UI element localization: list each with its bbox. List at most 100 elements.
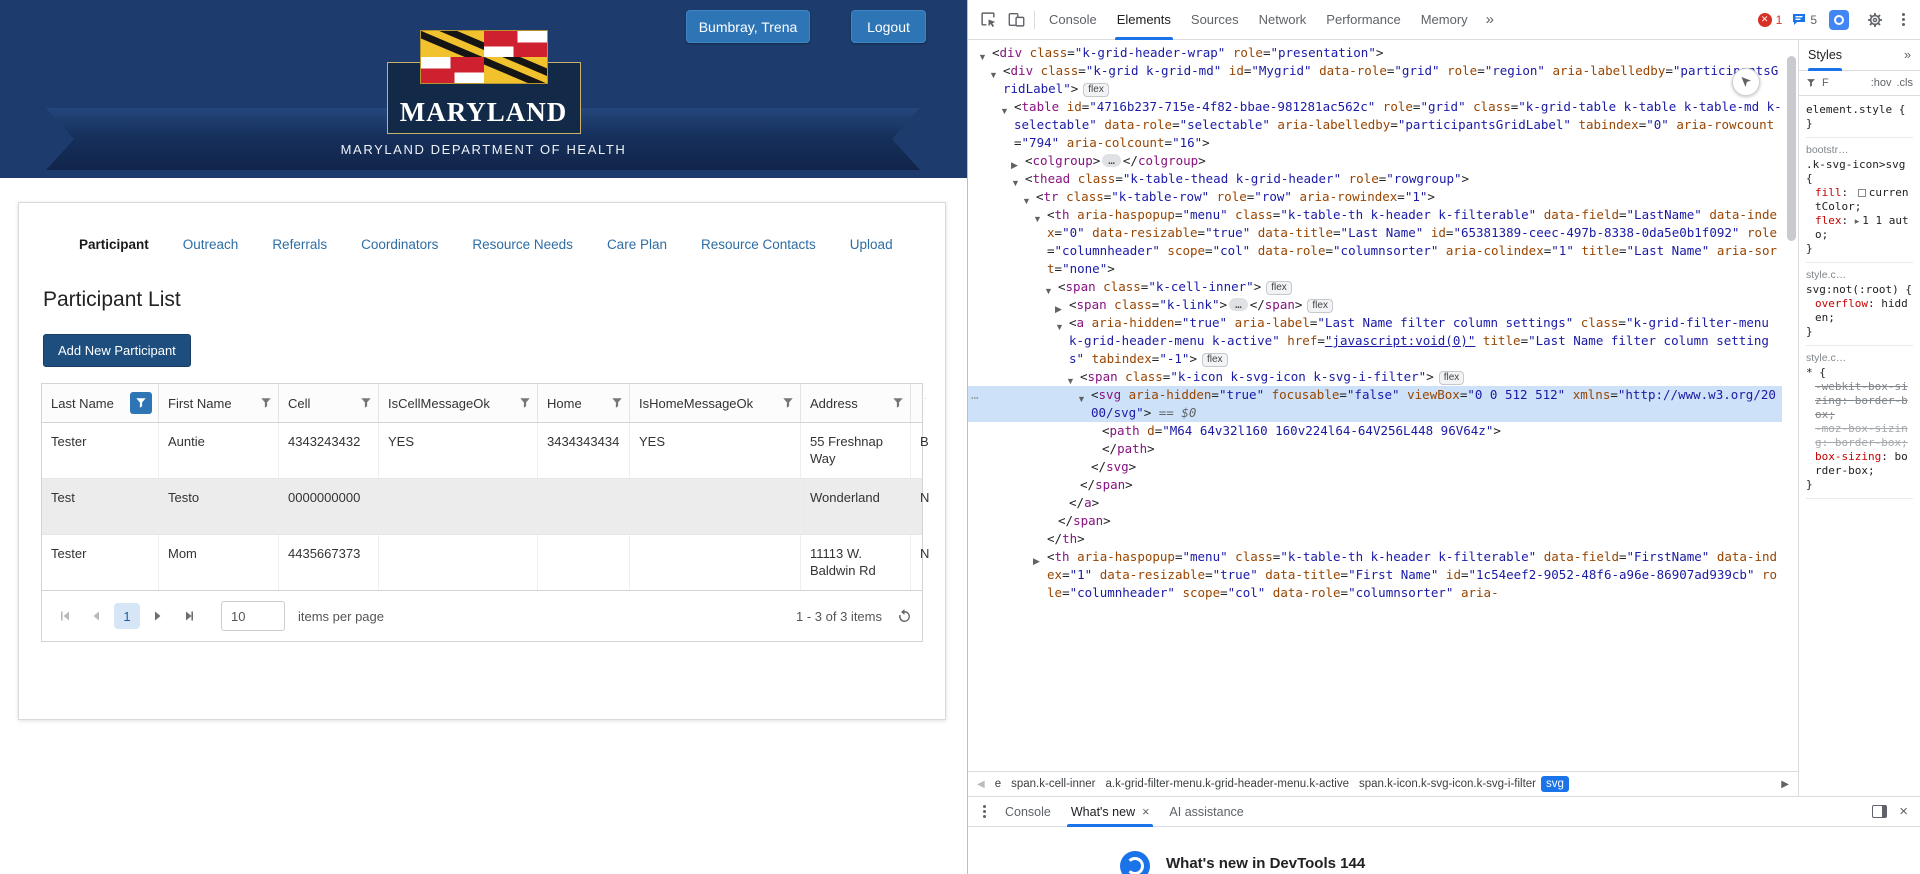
code-link[interactable]: "javascript:void(0)" (1325, 333, 1476, 348)
tree-line[interactable]: </svg> (968, 458, 1782, 476)
tab-coordinators[interactable]: Coordinators (361, 237, 438, 252)
devtools-tab-sources[interactable]: Sources (1181, 0, 1249, 40)
expand-ellipsis[interactable]: … (1229, 298, 1248, 311)
css-declaration[interactable]: box-sizing: border-box; (1806, 450, 1913, 478)
drawer-kebab-menu-icon[interactable] (974, 805, 995, 818)
tree-line-selected[interactable]: ▼… <svg aria-hidden="true" focusable="fal… (968, 386, 1782, 422)
css-declaration[interactable]: flex: ▸ 1 1 auto; (1806, 214, 1913, 242)
breadcrumb-item[interactable]: span.k-cell-inner (1006, 776, 1100, 792)
tree-line[interactable]: ▼ <table id = "4716b237-715e-4f82-bbae-9812… (968, 98, 1782, 152)
add-new-participant-button[interactable]: Add New Participant (43, 334, 191, 367)
filter-icon[interactable] (360, 397, 372, 409)
table-row[interactable]: Tester Auntie 4343243432 YES 3434343434 YES 55… (42, 423, 929, 478)
previous-page-button[interactable] (83, 603, 109, 629)
devtools-tab-elements[interactable]: Elements (1107, 0, 1181, 40)
more-tabs-button[interactable]: » (1478, 11, 1502, 28)
table-row[interactable]: Test Testo 0000000000 Wonderland N (42, 478, 929, 534)
column-header-home[interactable]: Home (537, 384, 629, 422)
collapse-arrow-icon[interactable]: ▼ (1000, 102, 1009, 120)
column-header-city[interactable]: City (910, 384, 926, 422)
last-page-button[interactable] (176, 603, 202, 629)
table-row[interactable]: Tester Mom 4435667373 11113 W. Baldwin Rd N (42, 534, 929, 590)
drawer-tab-ai-assistance[interactable]: AI assistance (1159, 797, 1253, 827)
tree-line[interactable]: </th> (968, 530, 1782, 548)
breadcrumbs-scroll-right-icon[interactable]: ▶ (1776, 779, 1794, 790)
expand-arrow-icon[interactable]: ▶ (1033, 552, 1040, 570)
devtools-tab-performance[interactable]: Performance (1316, 0, 1410, 40)
close-devtools-icon[interactable]: × (1899, 803, 1908, 820)
flex-badge[interactable]: flex (1266, 281, 1292, 295)
tree-line[interactable]: ▼ <div class="k-grid-header-wrap" role="p… (968, 44, 1782, 62)
collapse-arrow-icon[interactable]: ▼ (1033, 210, 1042, 228)
stylesheet-source-link[interactable]: style.c… (1806, 351, 1913, 365)
filter-icon[interactable] (519, 397, 531, 409)
tree-line[interactable]: ▼ <span class="k-icon k-svg-icon k-svg-i-… (968, 368, 1782, 386)
column-header-address[interactable]: Address (800, 384, 910, 422)
tab-resource-needs[interactable]: Resource Needs (472, 237, 573, 252)
user-account-button[interactable]: Bumbray, Trena (686, 10, 810, 43)
dock-side-icon[interactable] (1872, 805, 1888, 818)
tree-line[interactable]: </span> (968, 476, 1782, 494)
tab-outreach[interactable]: Outreach (183, 237, 239, 252)
tree-line[interactable]: ▶ <span class="k-link">… </span> flex (968, 296, 1782, 314)
tree-line[interactable]: <path d="M64 64v32l160 160v224l64-64V256… (968, 422, 1782, 440)
tree-line[interactable]: ▼ <a aria-hidden="true" aria-label="Last … (968, 314, 1782, 368)
tab-referrals[interactable]: Referrals (272, 237, 327, 252)
css-declaration[interactable]: fill: currentColor; (1806, 186, 1913, 214)
breadcrumbs-scroll-left-icon[interactable]: ◀ (972, 779, 990, 790)
breadcrumb-item[interactable]: e (990, 776, 1006, 792)
css-declaration[interactable]: -webkit-box-sizing: border-box; (1806, 380, 1913, 422)
inspect-element-button[interactable] (974, 7, 1002, 33)
settings-button[interactable] (1861, 7, 1889, 33)
tree-line[interactable]: </a> (968, 494, 1782, 512)
flex-badge[interactable]: flex (1438, 371, 1465, 385)
tree-line[interactable]: ▼ <tr class="k-table-row" role="row" aria… (968, 188, 1782, 206)
error-count[interactable]: 1 (1776, 13, 1783, 27)
issue-count[interactable]: 5 (1810, 13, 1817, 27)
column-header-cell[interactable]: Cell (278, 384, 378, 422)
device-toolbar-button[interactable] (1002, 7, 1030, 33)
logout-button[interactable]: Logout (851, 10, 926, 43)
tree-line[interactable]: ▼ <th aria-haspopup = "menu" class = "k-table… (968, 206, 1782, 278)
devtools-tab-memory[interactable]: Memory (1411, 0, 1478, 40)
filter-icon[interactable] (260, 397, 272, 409)
column-header-last-name[interactable]: Last Name (42, 384, 158, 422)
tree-line[interactable]: ▼ <div class="k-grid k-grid-md" id="Mygri… (968, 62, 1782, 98)
page-1-button[interactable]: 1 (114, 603, 140, 629)
styles-filter-input[interactable]: F (1822, 77, 1829, 89)
error-badge-icon[interactable]: ✕ (1757, 12, 1772, 27)
filter-icon[interactable] (130, 392, 152, 414)
tree-line[interactable]: ▶ <colgroup>… </colgroup> (968, 152, 1782, 170)
breadcrumb-item[interactable]: a.k-grid-filter-menu.k-grid-header-menu.… (1100, 776, 1354, 792)
tree-line[interactable]: ▼ <span class="k-cell-inner"> flex (968, 278, 1782, 296)
filter-icon[interactable] (782, 397, 794, 409)
filter-icon[interactable] (892, 397, 904, 409)
tree-line[interactable]: </path> (968, 440, 1782, 458)
flex-badge[interactable]: flex (1083, 83, 1109, 97)
column-header-iscellmessageok[interactable]: IsCellMessageOk (378, 384, 537, 422)
inspect-overlay-button[interactable] (1732, 68, 1760, 96)
tree-line[interactable]: ▶ <th aria-haspopup = "menu" class = "k-table… (968, 548, 1782, 602)
next-page-button[interactable] (145, 603, 171, 629)
tab-care-plan[interactable]: Care Plan (607, 237, 667, 252)
kebab-menu-icon[interactable] (1893, 13, 1914, 26)
devtools-tab-console[interactable]: Console (1039, 0, 1107, 40)
issues-icon[interactable] (1792, 13, 1806, 26)
close-tab-icon[interactable]: × (1142, 805, 1149, 819)
tree-line[interactable]: ▼ <thead class="k-table-thead k-grid-head… (968, 170, 1782, 188)
filter-icon[interactable] (924, 397, 926, 409)
extension-icon[interactable] (1829, 9, 1849, 30)
breadcrumb-item[interactable]: span.k-icon.k-svg-icon.k-svg-i-filter (1354, 776, 1541, 792)
column-header-ishomemessageok[interactable]: IsHomeMessageOk (629, 384, 800, 422)
filter-icon[interactable] (611, 397, 623, 409)
stylesheet-source-link[interactable]: bootstr… (1806, 143, 1913, 157)
css-declaration[interactable]: overflow: hidden; (1806, 297, 1913, 325)
tab-resource-contacts[interactable]: Resource Contacts (701, 237, 816, 252)
tab-upload[interactable]: Upload (850, 237, 893, 252)
page-size-select[interactable]: 10 (221, 601, 285, 631)
tab-participant[interactable]: Participant (79, 237, 149, 252)
first-page-button[interactable] (52, 603, 78, 629)
tree-line[interactable]: </span> (968, 512, 1782, 530)
sidebar-more-tabs-button[interactable]: » (1904, 48, 1911, 62)
column-header-first-name[interactable]: First Name (158, 384, 278, 422)
